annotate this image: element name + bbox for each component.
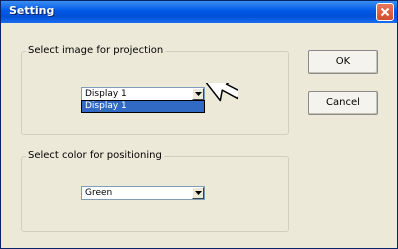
projection-select-value: Display 1: [85, 89, 127, 99]
color-dropdown-button[interactable]: [192, 187, 204, 199]
window-title: Setting: [9, 4, 55, 17]
title-bar[interactable]: Setting: [1, 1, 397, 23]
close-button[interactable]: [376, 3, 394, 21]
projection-group-label: Select image for projection: [26, 45, 166, 57]
mouse-pointer-icon: [202, 83, 238, 102]
close-icon: [380, 7, 390, 17]
cancel-button[interactable]: Cancel: [308, 91, 378, 115]
setting-dialog: Setting Select image for projection Disp…: [0, 0, 398, 249]
projection-select[interactable]: Display 1: [81, 87, 205, 101]
color-select-value: Green: [85, 188, 113, 198]
color-group-label: Select color for positioning: [26, 150, 164, 162]
projection-option[interactable]: Display 1: [82, 101, 204, 112]
projection-dropdown-list: Display 1: [81, 100, 205, 113]
ok-button[interactable]: OK: [308, 50, 378, 74]
color-select[interactable]: Green: [81, 186, 205, 200]
chevron-down-icon: [194, 191, 202, 195]
